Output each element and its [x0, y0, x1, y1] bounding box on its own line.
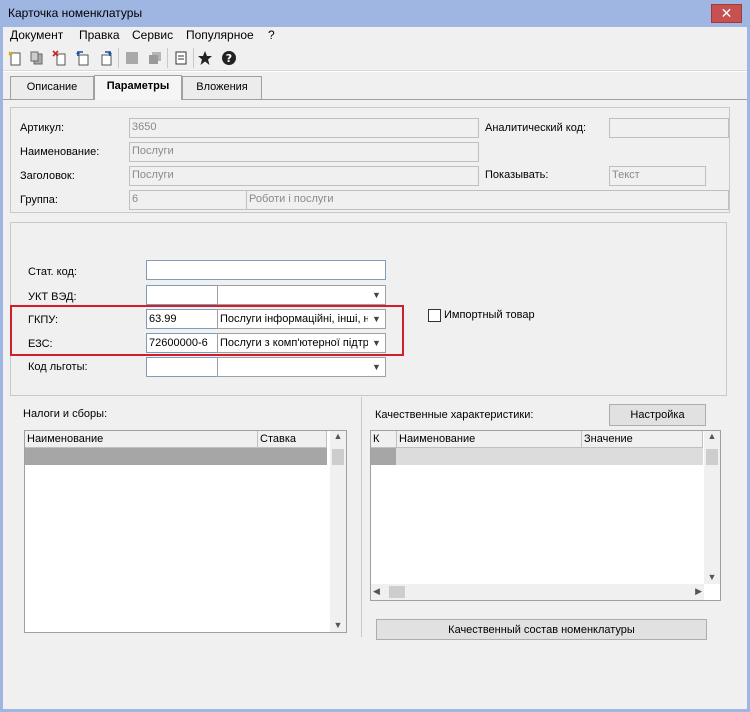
tab-parameters[interactable]: Параметры	[94, 75, 182, 100]
menu-edit[interactable]: Правка	[79, 28, 120, 42]
chevron-right-icon[interactable]: ▶	[695, 586, 702, 597]
new-document-icon[interactable]	[6, 49, 24, 67]
toolbar-separator	[193, 48, 194, 68]
toolbar-separator	[118, 48, 119, 68]
qualities-col-k[interactable]: К	[371, 431, 397, 448]
scrollbar-thumb[interactable]	[389, 586, 405, 598]
page-icon[interactable]	[172, 49, 190, 67]
benefit-combo[interactable]: ▼	[217, 357, 386, 377]
name-label: Наименование:	[20, 146, 100, 158]
scrollbar-thumb[interactable]	[332, 449, 344, 465]
ukt-combo[interactable]: ▼	[217, 285, 386, 305]
highlight-box	[10, 305, 404, 356]
chevron-down-icon[interactable]: ▼	[330, 620, 346, 630]
chevron-down-icon[interactable]: ▼	[372, 290, 381, 300]
svg-text:?: ?	[226, 52, 232, 65]
benefit-code-input[interactable]	[146, 357, 218, 377]
tab-description[interactable]: Описание	[10, 76, 94, 99]
table-row[interactable]	[371, 448, 703, 465]
qualities-horizontal-scrollbar[interactable]: ◀ ▶	[371, 584, 704, 600]
analytic-code-field[interactable]	[609, 118, 729, 138]
disabled-copy-icon	[146, 49, 164, 67]
tab-attachments[interactable]: Вложения	[182, 76, 262, 99]
import-label: Импортный товар	[444, 309, 535, 321]
scrollbar-thumb[interactable]	[706, 449, 718, 465]
taxes-col-name[interactable]: Наименование	[25, 431, 258, 448]
help-icon[interactable]: ?	[220, 49, 238, 67]
show-field[interactable]: Текст	[609, 166, 706, 186]
ukt-label: УКТ ВЭД:	[28, 291, 77, 303]
qualities-col-name[interactable]: Наименование	[397, 431, 582, 448]
benefit-code-label: Код льготы:	[28, 361, 88, 373]
delete-document-icon[interactable]	[51, 49, 69, 67]
header-label: Заголовок:	[20, 170, 75, 182]
taxes-col-rate[interactable]: Ставка	[258, 431, 327, 448]
analytic-code-label: Аналитический код:	[485, 122, 587, 134]
chevron-down-icon[interactable]: ▼	[372, 362, 381, 372]
star-icon[interactable]	[196, 49, 214, 67]
import-checkbox[interactable]	[428, 309, 441, 322]
settings-button[interactable]: Настройка	[609, 404, 706, 426]
disabled-square-icon	[123, 49, 141, 67]
ukt-code-input[interactable]	[146, 285, 218, 305]
chevron-down-icon[interactable]: ▼	[704, 572, 720, 582]
group-name-field[interactable]: Роботи і послуги	[246, 190, 729, 210]
taxes-title: Налоги и сборы:	[23, 408, 108, 420]
row-selector[interactable]	[371, 448, 396, 465]
group-label: Группа:	[20, 194, 58, 206]
menu-document[interactable]: Документ	[10, 28, 63, 42]
table-row[interactable]	[25, 448, 327, 465]
close-button[interactable]: ✕	[711, 4, 742, 23]
stat-code-label: Стат. код:	[28, 266, 77, 278]
menu-help[interactable]: ?	[268, 28, 275, 42]
return-icon[interactable]	[74, 49, 92, 67]
show-label: Показывать:	[485, 169, 549, 181]
copy-document-icon[interactable]	[28, 49, 46, 67]
taxes-vertical-scrollbar[interactable]: ▲ ▼	[330, 431, 346, 632]
menu-service[interactable]: Сервис	[132, 28, 173, 42]
article-field[interactable]: 3650	[129, 118, 479, 138]
article-label: Артикул:	[20, 122, 65, 134]
toolbar-separator	[167, 48, 168, 68]
name-field[interactable]: Послуги	[129, 142, 479, 162]
chevron-up-icon[interactable]: ▲	[330, 431, 346, 441]
forward-icon[interactable]	[97, 49, 115, 67]
stat-code-input[interactable]	[146, 260, 386, 280]
group-code-field[interactable]: 6	[129, 190, 247, 210]
qualities-col-value[interactable]: Значение	[582, 431, 703, 448]
chevron-left-icon[interactable]: ◀	[373, 586, 380, 597]
qualities-title: Качественные характеристики:	[375, 409, 534, 421]
window-title: Карточка номенклатуры	[8, 6, 143, 20]
quality-composition-button[interactable]: Качественный состав номенклатуры	[376, 619, 707, 640]
qualities-vertical-scrollbar[interactable]: ▲ ▼	[704, 431, 720, 584]
menu-popular[interactable]: Популярное	[186, 28, 254, 42]
header-field[interactable]: Послуги	[129, 166, 479, 186]
chevron-up-icon[interactable]: ▲	[704, 431, 720, 441]
